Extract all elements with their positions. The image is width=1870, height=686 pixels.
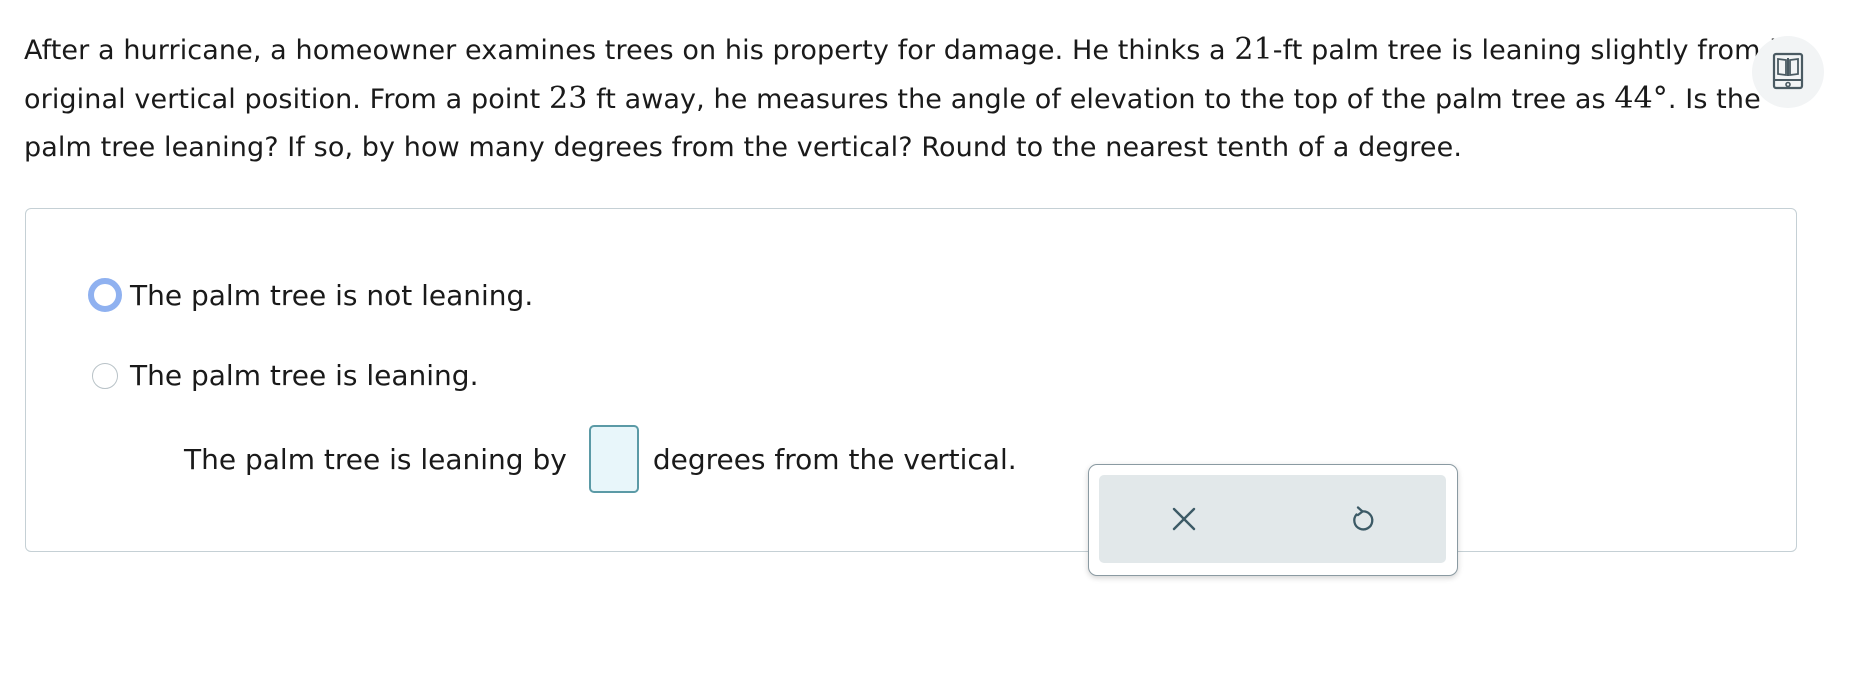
book-icon bbox=[1772, 52, 1804, 90]
answer-tools-popup bbox=[1088, 464, 1458, 576]
question-part-1: After a hurricane, a homeowner examines … bbox=[24, 35, 1235, 66]
angle-value: 44° bbox=[1614, 81, 1668, 116]
answer-tools-bar bbox=[1099, 475, 1446, 563]
question-part-3: ft away, he measures the angle of elevat… bbox=[587, 84, 1615, 115]
option-not-leaning[interactable]: The palm tree is not leaning. bbox=[88, 278, 533, 312]
textbook-button[interactable] bbox=[1752, 36, 1824, 108]
fill-in-prefix: The palm tree is leaning by bbox=[184, 442, 567, 476]
clear-answer-button[interactable] bbox=[1166, 501, 1202, 537]
option-leaning-label: The palm tree is leaning. bbox=[130, 359, 479, 392]
fill-in-suffix: degrees from the vertical. bbox=[652, 442, 1017, 476]
radio-leaning[interactable] bbox=[92, 362, 118, 389]
distance-value: 23 bbox=[549, 81, 588, 116]
option-leaning[interactable]: The palm tree is leaning. bbox=[88, 359, 478, 392]
option-not-leaning-label: The palm tree is not leaning. bbox=[130, 278, 534, 312]
answer-panel: The palm tree is not leaning. The palm t… bbox=[25, 208, 1797, 576]
undo-button[interactable] bbox=[1344, 501, 1380, 537]
undo-icon bbox=[1353, 506, 1374, 531]
close-icon bbox=[1172, 507, 1196, 531]
degrees-answer-input[interactable] bbox=[588, 425, 639, 493]
leaning-degrees-row: The palm tree is leaning by degrees from… bbox=[184, 425, 1017, 493]
radio-not-leaning[interactable] bbox=[88, 278, 122, 312]
tree-height-value: 21 bbox=[1234, 32, 1273, 67]
question-text: After a hurricane, a homeowner examines … bbox=[24, 26, 1804, 172]
